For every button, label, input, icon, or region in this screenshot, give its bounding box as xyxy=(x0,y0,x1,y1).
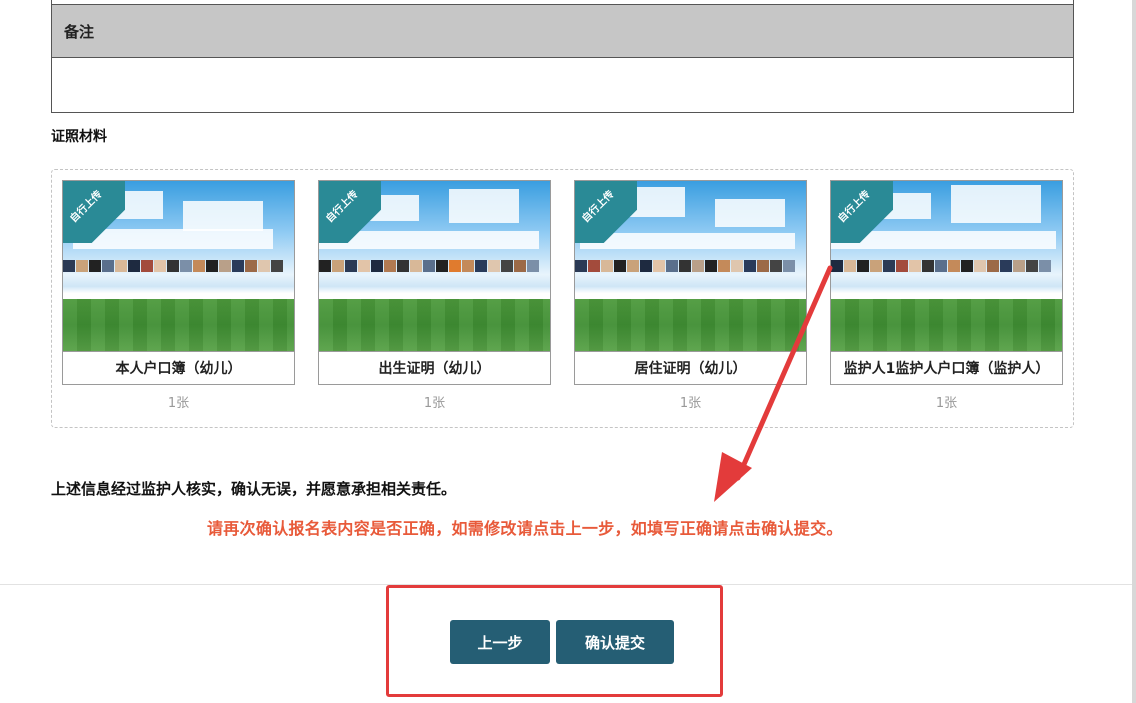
self-upload-ribbon: 自行上传 xyxy=(831,181,893,243)
remarks-table: 备注 xyxy=(51,0,1074,113)
self-upload-ribbon: 自行上传 xyxy=(63,181,125,243)
document-count: 1张 xyxy=(935,396,958,411)
confirm-statement: 上述信息经过监护人核实，确认无误，并愿意承担相关责任。 xyxy=(51,480,457,498)
document-count: 1张 xyxy=(167,396,190,411)
self-upload-ribbon: 自行上传 xyxy=(575,181,637,243)
documents-container: 自行上传 本人户口簿（幼儿） 1张 自行上传 出生证明（幼儿） 1张 自行上传 … xyxy=(51,169,1074,428)
document-label: 居住证明（幼儿） xyxy=(575,351,806,384)
document-count: 1张 xyxy=(423,396,446,411)
document-card[interactable]: 自行上传 居住证明（幼儿） xyxy=(574,180,807,385)
confirm-submit-button[interactable]: 确认提交 xyxy=(556,620,674,664)
document-thumbnail[interactable]: 自行上传 xyxy=(831,181,1062,351)
self-upload-ribbon: 自行上传 xyxy=(319,181,381,243)
scrollbar-track[interactable] xyxy=(1132,0,1136,703)
document-card[interactable]: 自行上传 监护人1监护人户口簿（监护人） xyxy=(830,180,1063,385)
registration-confirm-page: 备注 证照材料 自行上传 本人户口簿（幼儿） 1张 自行上传 出生证明（幼儿） … xyxy=(0,0,1136,703)
previous-step-button[interactable]: 上一步 xyxy=(450,620,550,664)
document-thumbnail[interactable]: 自行上传 xyxy=(319,181,550,351)
remarks-value xyxy=(52,58,1073,111)
document-label: 出生证明（幼儿） xyxy=(319,351,550,384)
documents-section-title: 证照材料 xyxy=(51,129,107,145)
document-thumbnail[interactable]: 自行上传 xyxy=(575,181,806,351)
document-label: 本人户口簿（幼儿） xyxy=(63,351,294,384)
remarks-header: 备注 xyxy=(52,5,1073,58)
document-count: 1张 xyxy=(679,396,702,411)
document-card[interactable]: 自行上传 本人户口簿（幼儿） xyxy=(62,180,295,385)
document-card[interactable]: 自行上传 出生证明（幼儿） xyxy=(318,180,551,385)
document-label: 监护人1监护人户口簿（监护人） xyxy=(831,351,1062,384)
document-thumbnail[interactable]: 自行上传 xyxy=(63,181,294,351)
notice-text: 请再次确认报名表内容是否正确，如需修改请点击上一步，如填写正确请点击确认提交。 xyxy=(207,519,843,538)
